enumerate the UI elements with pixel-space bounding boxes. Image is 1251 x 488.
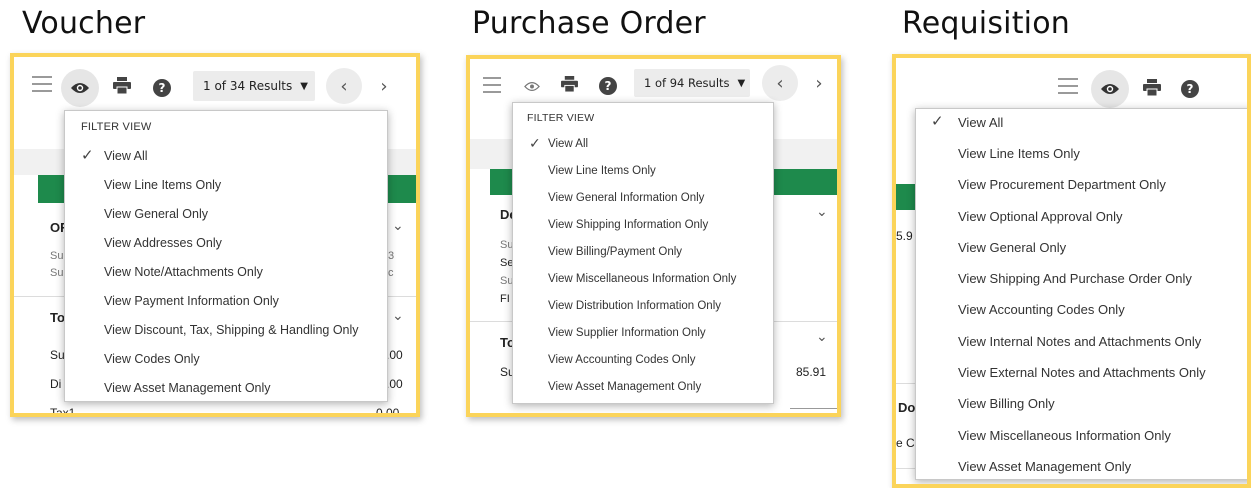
menu-icon[interactable]: [483, 77, 501, 93]
eye-icon[interactable]: [61, 69, 99, 107]
purchase-order-heading: Purchase Order: [472, 6, 706, 41]
menu-item-misc-info[interactable]: View Miscellaneous Information Only: [958, 428, 1171, 443]
menu-item-billing-payment[interactable]: View Billing/Payment Only: [548, 246, 682, 258]
bg-row-label: Tax1: [50, 406, 76, 417]
purchase-order-panel: ? 1 of 94 Results ▼ ‹ › De ⌄ Su Se Su FI…: [466, 55, 841, 417]
caret-down-icon: ▼: [300, 80, 308, 92]
menu-item-accounting-codes[interactable]: View Accounting Codes Only: [958, 302, 1125, 317]
menu-item-procurement-dept[interactable]: View Procurement Department Only: [958, 177, 1166, 192]
bg-sub-label: Su: [50, 250, 64, 262]
menu-item-misc-info[interactable]: View Miscellaneous Information Only: [548, 273, 736, 285]
menu-item-asset-management[interactable]: View Asset Management Only: [958, 459, 1131, 474]
eye-icon[interactable]: [1091, 70, 1129, 108]
bg-row-label: Su: [50, 348, 65, 362]
check-icon: ✓: [931, 112, 944, 130]
help-icon[interactable]: ?: [1181, 80, 1199, 98]
chevron-right-icon[interactable]: ›: [366, 68, 402, 104]
requisition-heading: Requisition: [902, 6, 1070, 41]
menu-item-optional-approval[interactable]: View Optional Approval Only: [958, 209, 1123, 224]
divider: [790, 408, 837, 409]
bg-sub-label: Su: [50, 267, 64, 279]
chevron-down-icon[interactable]: ⌄: [816, 329, 828, 345]
results-label: 1 of 94 Results: [644, 76, 730, 90]
bg-section-title: Do: [898, 400, 916, 415]
bg-row-value: .00: [386, 348, 403, 362]
bg-row-value: 85.91: [796, 365, 827, 379]
menu-item-line-items[interactable]: View Line Items Only: [548, 165, 656, 177]
eye-icon[interactable]: [513, 67, 551, 105]
menu-item-billing[interactable]: View Billing Only: [958, 396, 1055, 411]
menu-item-distribution-info[interactable]: View Distribution Information Only: [548, 300, 721, 312]
results-dropdown[interactable]: 1 of 34 Results ▼: [193, 71, 315, 101]
bg-sub-value: 3: [388, 250, 395, 262]
menu-item-addresses[interactable]: View Addresses Only: [104, 236, 222, 250]
menu-item-codes[interactable]: View Codes Only: [104, 352, 200, 366]
requisition-panel: ? 5.9 Do e C ✓ View All View Line Items …: [892, 54, 1251, 488]
menu-icon[interactable]: [1058, 78, 1078, 94]
chevron-down-icon[interactable]: ⌄: [816, 204, 828, 220]
check-icon: ✓: [529, 136, 541, 152]
menu-item-line-items[interactable]: View Line Items Only: [104, 178, 221, 192]
menu-item-view-all[interactable]: View All: [548, 138, 588, 150]
menu-item-discount-tax[interactable]: View Discount, Tax, Shipping & Handling …: [104, 323, 359, 337]
menu-item-supplier-info[interactable]: View Supplier Information Only: [548, 327, 706, 339]
menu-icon[interactable]: [32, 76, 52, 92]
bg-section-title: To: [50, 310, 65, 325]
bg-sub-value: c: [388, 267, 394, 279]
voucher-panel: ? 1 of 34 Results ▼ ‹ › OF ⌄ Su Su 3 c T…: [10, 53, 420, 417]
chevron-down-icon[interactable]: ⌄: [392, 218, 404, 234]
menu-item-external-notes[interactable]: View External Notes and Attachments Only: [958, 365, 1206, 380]
bg-row-label: Di: [50, 377, 62, 391]
print-icon[interactable]: [1143, 79, 1161, 96]
bg-value: 5.9: [896, 229, 913, 243]
filter-view-menu: ✓ View All View Line Items Only View Pro…: [915, 108, 1247, 480]
filter-view-header: FILTER VIEW: [81, 121, 152, 133]
bg-row-value: 0.00: [376, 406, 400, 417]
bg-sub-label: e C: [896, 436, 915, 450]
menu-item-view-all[interactable]: View All: [958, 115, 1003, 130]
menu-item-accounting-codes[interactable]: View Accounting Codes Only: [548, 354, 695, 366]
menu-item-line-items[interactable]: View Line Items Only: [958, 146, 1080, 161]
check-icon: ✓: [81, 146, 94, 164]
menu-item-shipping-po[interactable]: View Shipping And Purchase Order Only: [958, 271, 1192, 286]
results-dropdown[interactable]: 1 of 94 Results ▼: [634, 69, 750, 97]
caret-down-icon: ▼: [737, 77, 746, 89]
chevron-left-icon[interactable]: ‹: [762, 65, 798, 101]
help-icon[interactable]: ?: [599, 77, 617, 95]
filter-view-menu: FILTER VIEW ✓ View All View Line Items O…: [64, 110, 388, 402]
menu-item-internal-notes[interactable]: View Internal Notes and Attachments Only: [958, 334, 1201, 349]
filter-view-menu: FILTER VIEW ✓ View All View Line Items O…: [512, 102, 774, 404]
results-label: 1 of 34 Results: [203, 79, 293, 93]
menu-item-shipping-info[interactable]: View Shipping Information Only: [548, 219, 708, 231]
chevron-right-icon[interactable]: ›: [801, 65, 837, 101]
print-icon[interactable]: [561, 76, 578, 92]
menu-item-asset-management[interactable]: View Asset Management Only: [548, 381, 701, 393]
bg-row-value: .00: [386, 377, 403, 391]
chevron-left-icon[interactable]: ‹: [326, 68, 362, 104]
filter-view-header: FILTER VIEW: [527, 112, 595, 124]
chevron-down-icon[interactable]: ⌄: [392, 308, 404, 324]
menu-item-general[interactable]: View General Only: [958, 240, 1066, 255]
menu-item-general[interactable]: View General Only: [104, 207, 208, 221]
menu-item-view-all[interactable]: View All: [104, 149, 148, 163]
menu-item-general-info[interactable]: View General Information Only: [548, 192, 704, 204]
voucher-heading: Voucher: [22, 6, 146, 41]
bg-sub-label: FI: [500, 293, 510, 305]
print-icon[interactable]: [113, 77, 131, 94]
menu-item-asset-management[interactable]: View Asset Management Only: [104, 381, 271, 395]
menu-item-payment-info[interactable]: View Payment Information Only: [104, 294, 279, 308]
voucher-toolbar: ? 1 of 34 Results ▼ ‹ ›: [14, 57, 416, 111]
menu-item-note-attachments[interactable]: View Note/Attachments Only: [104, 265, 263, 279]
help-icon[interactable]: ?: [153, 79, 171, 97]
